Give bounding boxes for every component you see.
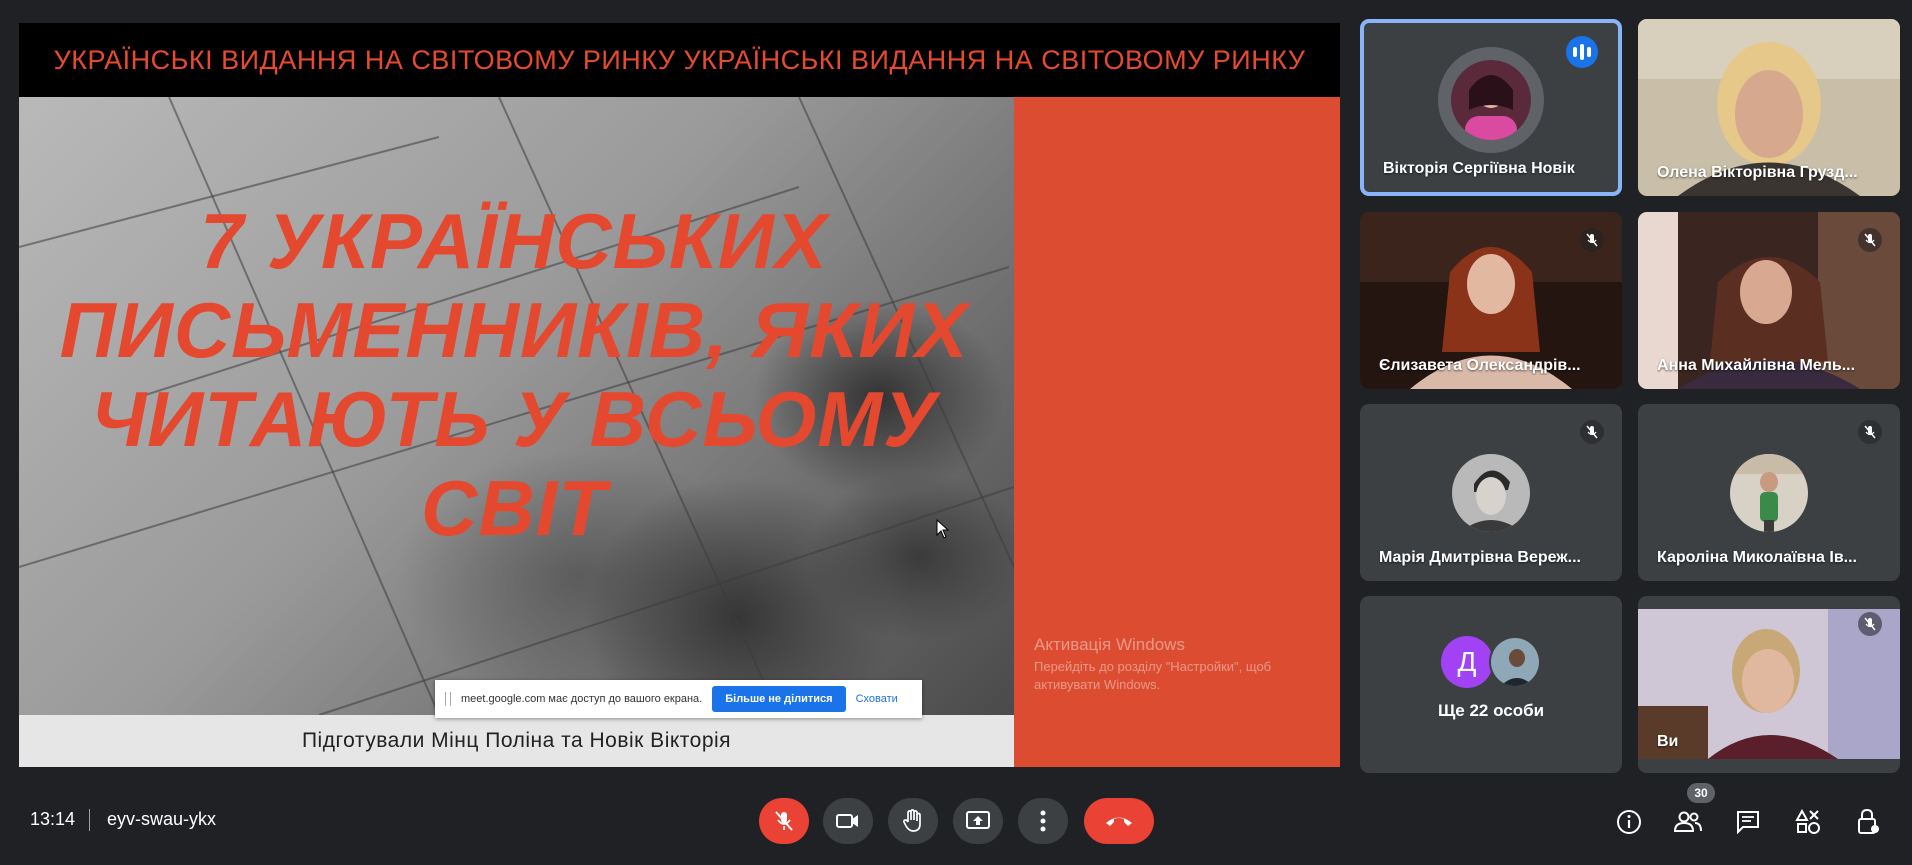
slide-title-line: СВІТ xyxy=(421,464,607,552)
participant-tile[interactable]: Єлизавета Олександрів... xyxy=(1360,212,1622,389)
host-controls-button[interactable] xyxy=(1853,807,1883,837)
people-icon xyxy=(1673,811,1702,832)
activation-line: активувати Windows. xyxy=(1034,677,1161,692)
mouse-cursor-icon xyxy=(936,519,950,539)
activation-title: Активація Windows xyxy=(1034,635,1185,654)
activation-subtitle: Перейдіть до розділу "Настройки", щоб ак… xyxy=(1034,658,1294,694)
shared-screen: УКРАЇНСЬКІ ВИДАННЯ НА СВІТОВОМУ РИНКУ УК… xyxy=(19,23,1340,767)
participant-name: Марія Дмитрівна Вереж... xyxy=(1379,549,1581,566)
participant-tile[interactable]: Олена Вікторівна Грузд... xyxy=(1638,19,1900,196)
avatar: Д xyxy=(1441,636,1493,688)
slide-caption: Підготували Мінц Поліна та Новік Вікторі… xyxy=(301,729,732,752)
avatar xyxy=(1730,454,1808,532)
mic-off-icon xyxy=(775,811,793,831)
participant-name: Анна Михайлівна Мель... xyxy=(1657,357,1856,374)
participant-name: Олена Вікторівна Грузд... xyxy=(1657,164,1858,181)
camera-toggle-button[interactable] xyxy=(823,798,873,844)
slide-title-line: ПИСЬМЕННИКІВ, ЯКИХ xyxy=(59,286,969,374)
meeting-details-button[interactable] xyxy=(1614,807,1644,837)
participant-count-badge: 30 xyxy=(1687,783,1715,803)
share-notice-message: meet.google.com має доступ до вашого екр… xyxy=(461,693,703,705)
mic-off-icon xyxy=(1580,228,1604,252)
present-screen-button[interactable] xyxy=(953,798,1003,844)
more-options-button[interactable] xyxy=(1018,798,1068,844)
slide-banner: УКРАЇНСЬКІ ВИДАННЯ НА СВІТОВОМУ РИНКУ УК… xyxy=(19,23,1340,97)
participant-tile[interactable]: Марія Дмитрівна Вереж... xyxy=(1360,404,1622,581)
slide-photo: 7 УКРАЇНСЬКИХ ПИСЬМЕННИКІВ, ЯКИХ ЧИТАЮТЬ… xyxy=(19,97,1014,715)
current-time: 13:14 xyxy=(30,809,76,829)
present-screen-icon xyxy=(966,811,990,829)
windows-activation-watermark: Активація Windows Перейдіть до розділу "… xyxy=(1034,635,1294,694)
participant-tile[interactable]: Анна Михайлівна Мель... xyxy=(1638,212,1900,389)
participant-name: Ви xyxy=(1657,733,1679,750)
activities-icon xyxy=(1795,809,1820,834)
mic-off-icon xyxy=(1858,228,1882,252)
hang-up-icon xyxy=(1106,817,1132,826)
raise-hand-button[interactable] xyxy=(888,798,938,844)
more-participants-label: Ще 22 особи xyxy=(1437,701,1545,720)
people-button[interactable] xyxy=(1673,807,1703,837)
speaking-indicator-icon xyxy=(1566,36,1598,68)
slide-title-line: 7 УКРАЇНСЬКИХ xyxy=(200,197,828,285)
chat-icon xyxy=(1737,811,1759,834)
screen-share-notice: meet.google.com має доступ до вашого екр… xyxy=(435,680,922,718)
divider xyxy=(89,809,90,831)
drag-handle-icon[interactable] xyxy=(445,692,451,706)
participant-name: Вікторія Сергіївна Новік xyxy=(1383,160,1575,177)
participant-name: Кароліна Миколаївна Ів... xyxy=(1657,549,1857,566)
mic-off-icon xyxy=(1858,612,1882,636)
info-icon xyxy=(1617,810,1641,834)
avatar-ring xyxy=(1438,47,1544,153)
slide-title-line: ЧИТАЮТЬ У ВСЬОМУ xyxy=(90,375,938,463)
host-controls-icon xyxy=(1858,809,1879,834)
avatar xyxy=(1451,60,1531,140)
avatar xyxy=(1452,454,1530,532)
meeting-code[interactable]: eyv-swau-ykx xyxy=(107,809,216,830)
slide-title: 7 УКРАЇНСЬКИХ ПИСЬМЕННИКІВ, ЯКИХ ЧИТАЮТЬ… xyxy=(49,197,979,553)
leave-call-button[interactable] xyxy=(1084,798,1154,844)
more-participants-tile[interactable]: Д Ще 22 особи xyxy=(1360,596,1622,773)
slide-caption-bar: Підготували Мінц Поліна та Новік Вікторі… xyxy=(19,715,1014,767)
hide-notice-link[interactable]: Сховати xyxy=(856,693,898,705)
raise-hand-icon xyxy=(903,809,921,832)
more-options-icon xyxy=(1040,810,1046,832)
activities-button[interactable] xyxy=(1793,807,1823,837)
avatar xyxy=(1489,636,1541,688)
participant-tile[interactable]: Вікторія Сергіївна Новік xyxy=(1360,19,1622,196)
camera-icon xyxy=(836,814,858,828)
self-tile[interactable]: Ви xyxy=(1638,596,1900,773)
mic-toggle-button[interactable] xyxy=(759,798,809,844)
more-avatars: Д xyxy=(1441,636,1541,688)
bottom-bar: 13:14 eyv-swau-ykx 30 xyxy=(0,783,1912,855)
activation-line: Перейдіть до розділу "Настройки", щоб xyxy=(1034,659,1272,674)
mic-off-icon xyxy=(1858,420,1882,444)
mic-off-icon xyxy=(1580,420,1604,444)
stop-sharing-button[interactable]: Більше не ділитися xyxy=(712,686,846,712)
slide-banner-text: УКРАЇНСЬКІ ВИДАННЯ НА СВІТОВОМУ РИНКУ УК… xyxy=(53,44,1306,75)
chat-button[interactable] xyxy=(1733,807,1763,837)
participant-name: Єлизавета Олександрів... xyxy=(1379,357,1581,374)
participant-tile[interactable]: Кароліна Миколаївна Ів... xyxy=(1638,404,1900,581)
